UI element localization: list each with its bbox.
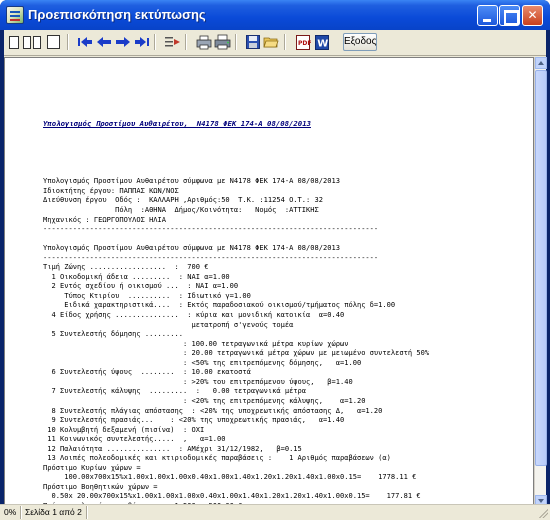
report-line xyxy=(43,234,533,244)
report-line: 0.50x 20.00x700x15%x1.00x1.00x1.00x0.40x… xyxy=(43,491,421,501)
report-line: 13 Λοιπές πολεοδομικές και κτιριοδομικές… xyxy=(43,453,391,463)
page-indicator: Σελίδα 1 από 2 xyxy=(25,507,82,517)
report-line: Υπολογισμός Προστίμου Αυθαιρέτου σύμφωνα… xyxy=(43,243,340,253)
report-line: 7 Συντελεστής κάλυψης ......... : 0.00 τ… xyxy=(43,386,307,396)
report-line: 6 Συντελεστής ύψους ........ : 10.00 εκα… xyxy=(43,367,251,377)
report-line: 9 Συντελεστής πρασιάς... : <20% της υποχ… xyxy=(43,415,345,425)
scroll-thumb[interactable] xyxy=(535,70,547,466)
report-line: Ειδικά χαρακτηριστικά.... : Εκτός παραδο… xyxy=(43,300,396,310)
separator xyxy=(235,34,237,50)
report-line: μετατροπή σ'γενούς τομέα xyxy=(43,319,294,329)
last-page-icon[interactable] xyxy=(133,33,149,51)
report-line: Τύπος Κτιρίου .......... : Ιδιωτικό γ=1.… xyxy=(43,290,251,300)
window-title: Προεπισκόπηση εκτύπωσης xyxy=(28,7,206,22)
zoom-level: 0% xyxy=(4,507,17,517)
report-line: Μηχανικός : ΓΕΩΡΓΟΠΟΥΛΟΣ ΗΛΙΑ xyxy=(43,214,167,224)
first-page-icon[interactable] xyxy=(76,33,92,51)
vertical-scrollbar[interactable] xyxy=(534,57,547,507)
report-line: : 100.00 τετραγωνικά μέτρα κυρίων χώρων xyxy=(43,338,349,348)
report-line: ----------------------------------------… xyxy=(43,252,379,262)
print-icon[interactable] xyxy=(213,33,231,51)
report-line: Πόλη :ΑΘΗΝΑ Δήμος/Κοινότητα: Νομός :ΑΤΤΙ… xyxy=(43,205,319,215)
print-setup-icon[interactable] xyxy=(194,33,212,51)
exit-button[interactable]: Εξοδος xyxy=(343,33,377,51)
single-page-icon[interactable] xyxy=(7,33,20,51)
report-line: 2 Εντός σχεδίου ή οικισμού ... : ΝΑΙ α=1… xyxy=(43,281,239,291)
scroll-up-button[interactable] xyxy=(535,57,547,69)
next-page-icon[interactable] xyxy=(114,33,130,51)
separator xyxy=(20,506,22,519)
report-line: 1 Οικοδομική άδεια ......... : ΝΑΙ α=1.0… xyxy=(43,271,230,281)
open-icon[interactable] xyxy=(262,33,279,51)
report-line: Τιμή Ζώνης .................. : 700 € xyxy=(43,262,209,272)
report-line: ----------------------------------------… xyxy=(43,224,379,234)
report-line: 12 Παλαιότητα ............... : ΑΜέχρι 3… xyxy=(43,443,302,453)
report-line: 100.00x700x15%x1.00x1.00x1.00x0.40x1.00x… xyxy=(43,472,417,482)
minimize-button[interactable] xyxy=(477,5,498,26)
report-line: Πρόστιμο Βοηθητικών χώρων = xyxy=(43,481,158,491)
report-line: Διεύθυνση έργου Οδός : ΚΑΛΛΑΡΗ ,Αριθμός:… xyxy=(43,195,324,205)
report-page: Υπολογισμός Προστίμου Αυθαιρέτου, Ν4178 … xyxy=(43,100,533,506)
report-line: : <20% της επιτρεπόμενης κάλυψης, α=1.20 xyxy=(43,395,366,405)
goto-page-icon[interactable] xyxy=(163,33,180,51)
report-line: 4 Είδος χρήσης ............... : κύρια κ… xyxy=(43,310,345,320)
previous-page-icon[interactable] xyxy=(95,33,111,51)
report-line: Πρόστιμο Κυρίων χώρων = xyxy=(43,462,141,472)
svg-text:W: W xyxy=(317,39,328,50)
export-word-icon[interactable]: W xyxy=(313,33,329,51)
report-line: Υπολογισμός Προστίμου Αυθαιρέτου σύμφωνα… xyxy=(43,176,340,186)
preview-area[interactable]: Υπολογισμός Προστίμου Αυθαιρέτου, Ν4178 … xyxy=(4,57,534,507)
report-line: 11 Κοινωνικός συντελεστής..... , α=1.00 xyxy=(43,434,226,444)
report-line: 10 Κολυμβητή δεξαμενή (πισίνα) : ΟΧΙ xyxy=(43,424,205,434)
app-icon xyxy=(6,6,24,24)
report-line: Ιδιοκτήτης έργου: ΠΑΠΠΑΣ ΚΩΝ/ΝΟΣ xyxy=(43,185,179,195)
close-button[interactable]: ✕ xyxy=(522,5,543,26)
separator xyxy=(154,34,156,50)
report-header: Υπολογισμός Προστίμου Αυθαιρέτου, Ν4178 … xyxy=(43,119,311,129)
save-icon[interactable] xyxy=(244,33,261,51)
report-line: : <50% της επιτρεπόμενης δόμησης, α=1.00 xyxy=(43,357,362,367)
status-bar: 0% Σελίδα 1 από 2 xyxy=(0,504,550,520)
client-area: PDF W Εξοδος Υπολογισμός Προστίμου Αυθαι… xyxy=(4,30,547,516)
maximize-button[interactable] xyxy=(499,5,520,26)
report-line: 8 Συντελεστής πλάγιας απόστασης : <20% τ… xyxy=(43,405,383,415)
report-line: : >20% του επιτρεπόμενου ύψους, β=1.40 xyxy=(43,376,353,386)
separator xyxy=(86,506,88,519)
toolbar: PDF W Εξοδος xyxy=(4,30,546,56)
two-pages-icon[interactable] xyxy=(21,33,43,51)
resize-grip-icon[interactable] xyxy=(538,508,548,518)
title-bar[interactable]: Προεπισκόπηση εκτύπωσης ✕ xyxy=(0,0,550,30)
svg-text:PDF: PDF xyxy=(298,40,311,47)
separator xyxy=(185,34,187,50)
separator xyxy=(67,34,69,50)
separator xyxy=(284,34,286,50)
report-line: 5 Συντελεστής δόμησης ......... xyxy=(43,329,184,339)
print-preview-window: Προεπισκόπηση εκτύπωσης ✕ PDF W Εξοδος Υ… xyxy=(0,0,550,520)
report-line: : 20.00 τετραγωνικά μέτρα χώρων με μειωμ… xyxy=(43,348,430,358)
export-pdf-icon[interactable]: PDF xyxy=(294,33,311,51)
page-width-icon[interactable] xyxy=(45,33,62,51)
